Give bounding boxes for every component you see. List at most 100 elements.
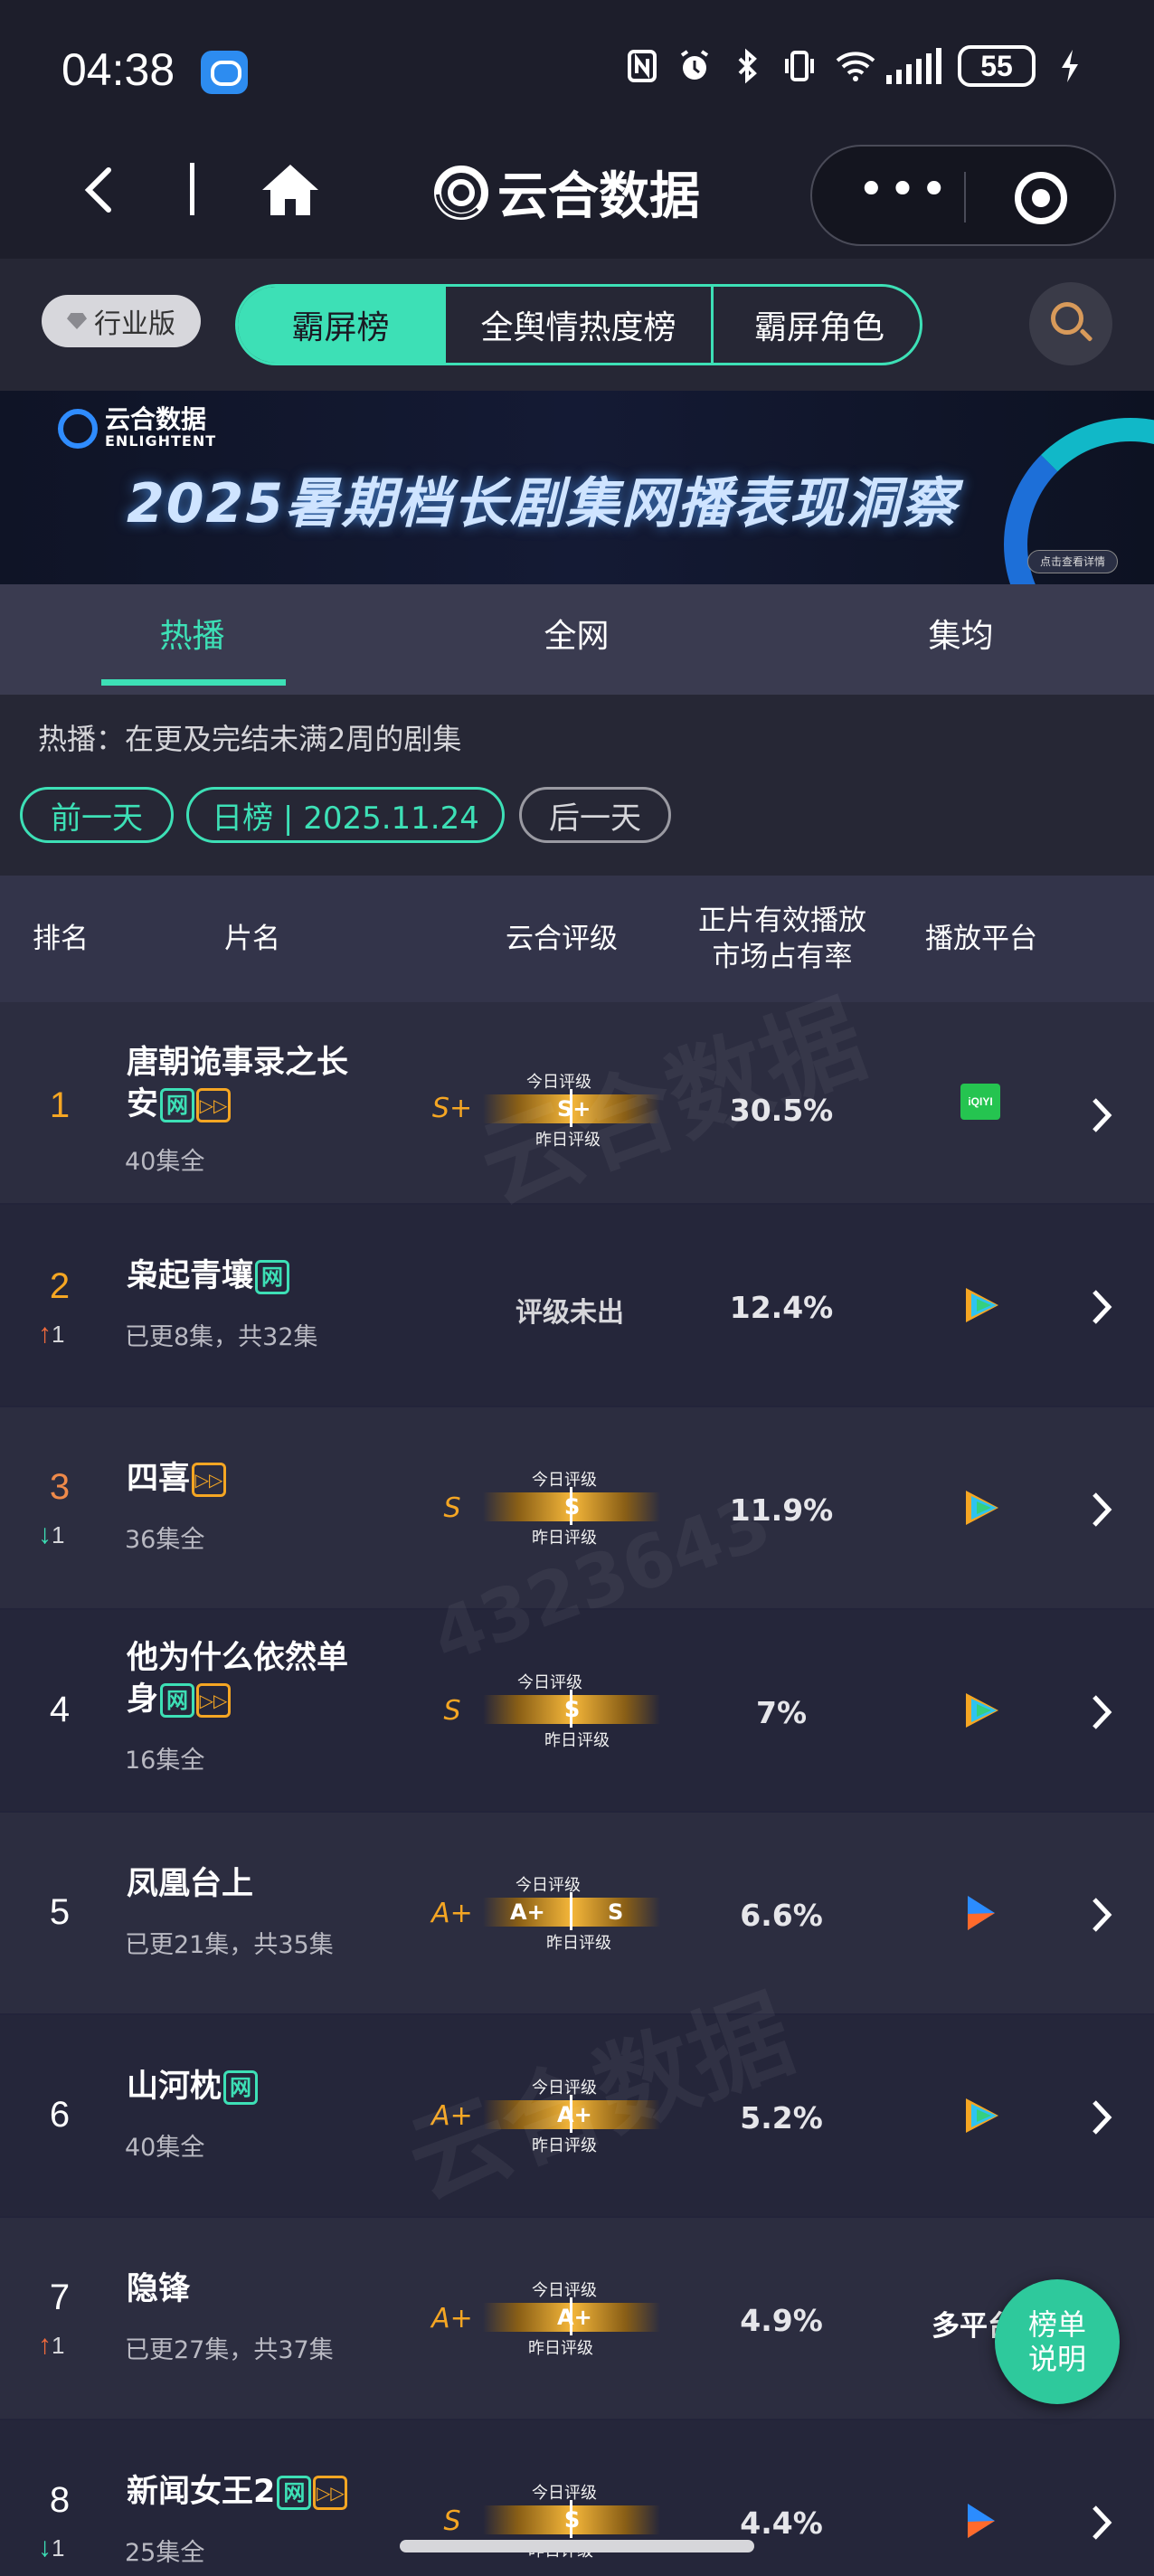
grade-bar: 今日评级 A+ S 昨日评级	[483, 1872, 660, 1953]
grade-bar: 今日评级 S+ 昨日评级	[483, 1069, 660, 1150]
table-row[interactable]: 7 ↑1 隐锋 已更27集，共37集 A+ 今日评级 A+ 昨日评级 4.9% …	[0, 2218, 1154, 2420]
rank-change-value: 1	[52, 1521, 65, 1548]
chevron-right-icon[interactable]	[1087, 2098, 1116, 2136]
market-share: 4.4%	[740, 2505, 823, 2541]
table-row[interactable]: 3 ↓1 四喜 ▷▷ 36集全 S 今日评级 S 昨日评级 11.9%	[0, 1407, 1154, 1610]
today-grade-label: 今日评级	[532, 1471, 597, 1490]
fab-label-line2: 说明	[1027, 2342, 1086, 2376]
rank-number: 6	[49, 2095, 71, 2135]
close-miniprogram-icon[interactable]	[1015, 172, 1067, 224]
web-drama-badge: 网	[223, 2070, 259, 2105]
market-share: 7%	[755, 1695, 808, 1730]
scope-tabs: 热播 全网 集均	[0, 584, 1154, 695]
episode-info: 已更8集，共32集	[125, 1323, 318, 1351]
promo-banner[interactable]: 云合数据 ENLIGHTENT 2025暑期档长剧集网播表现洞察 点击查看详情	[0, 391, 1154, 584]
tab-screen-dominance[interactable]: 霸屏榜	[238, 287, 446, 363]
episode-info: 36集全	[125, 1526, 205, 1554]
edition-label: 行业版	[94, 308, 175, 340]
bluetooth-icon	[729, 48, 765, 84]
header-grade: 云合评级	[506, 923, 618, 955]
rank-change-value: 1	[52, 1321, 65, 1348]
title-line: 新闻女王2	[127, 2474, 276, 2510]
table-row[interactable]: 6 山河枕网 40集全 A+ 今日评级 A+ 昨日评级 5.2%	[0, 2015, 1154, 2218]
rank-up-icon: ↑	[38, 2330, 52, 2360]
chevron-right-icon[interactable]	[1087, 1288, 1116, 1326]
today-grade: S+	[557, 1096, 591, 1122]
episode-info: 已更21集，共35集	[125, 1931, 334, 1959]
banner-logo-cn: 云合数据	[105, 404, 207, 434]
tab-per-episode[interactable]: 集均	[769, 584, 1153, 695]
status-time: 04:38	[61, 44, 175, 95]
filter-area: 热播：在更及完结未满2周的剧集 前一天 日榜 | 2025.11.24 后一天	[0, 695, 1154, 876]
grade-value: A+	[431, 1898, 473, 1929]
rank-change: ↑1	[38, 2330, 92, 2361]
ranking-explanation-button[interactable]: 榜单 说明	[995, 2279, 1120, 2404]
chevron-right-icon[interactable]	[1087, 2504, 1116, 2542]
rank-change: ↓1	[38, 1520, 92, 1550]
show-title: 四喜 ▷▷	[127, 1458, 389, 1500]
rank-number: 3	[49, 1467, 71, 1507]
prev-day-button[interactable]: 前一天	[20, 787, 174, 843]
market-share: 30.5%	[729, 1093, 834, 1128]
grade-value: S+	[431, 1093, 473, 1124]
chat-app-icon	[201, 51, 248, 94]
header-platform: 播放平台	[925, 923, 1037, 955]
header-title: 片名	[224, 923, 280, 955]
header-rank: 排名	[33, 923, 89, 955]
show-title: 唐朝诡事录之长 安网 ▷▷	[127, 1042, 389, 1125]
chevron-right-icon[interactable]	[1087, 1491, 1116, 1529]
today-grade-label: 今日评级	[532, 2484, 597, 2503]
rank-number: 4	[49, 1690, 71, 1729]
today-grade: S	[564, 1697, 581, 1722]
rank-down-icon: ↓	[38, 2533, 52, 2562]
chevron-right-icon[interactable]	[1087, 1096, 1116, 1134]
table-row[interactable]: 5 凤凰台上 已更21集，共35集 A+ 今日评级 A+ S 昨日评级 6.6%	[0, 1813, 1154, 2015]
show-title: 隐锋	[127, 2268, 389, 2310]
today-grade-label: 今日评级	[532, 2281, 597, 2300]
yesterday-grade-label: 昨日评级	[532, 1529, 597, 1548]
show-title: 枭起青壤网	[127, 1255, 389, 1297]
title-line: 唐朝诡事录之长	[127, 1045, 349, 1081]
rank-change-value: 1	[52, 2534, 65, 2562]
header-share-line1: 正片有效播放	[698, 904, 866, 937]
today-grade-label: 今日评级	[517, 1673, 582, 1692]
capsule-divider	[964, 172, 966, 223]
table-row[interactable]: 2 ↑1 枭起青壤网 已更8集，共32集 评级未出 12.4%	[0, 1205, 1154, 1407]
market-share: 12.4%	[729, 1290, 834, 1325]
tencent-video-icon	[966, 1491, 998, 1525]
table-row[interactable]: 4 他为什么依然单 身网 ▷▷ 16集全 S 今日评级 S 昨日评级 7%	[0, 1610, 1154, 1813]
page-title: 云合数据	[497, 167, 700, 226]
table-row[interactable]: 8 ↓1 新闻女王2网▷▷ 25集全 S 今日评级 S 昨日评级 4.4%	[0, 2420, 1154, 2576]
tab-all-network[interactable]: 全网	[384, 584, 769, 695]
tab-top-roles[interactable]: 霸屏角色	[714, 287, 920, 363]
table-row[interactable]: 1 唐朝诡事录之长 安网 ▷▷ 40集全 S+ 今日评级 S+ 昨日评级 30.5…	[0, 1002, 1154, 1205]
tab-public-opinion[interactable]: 全舆情热度榜	[446, 287, 714, 363]
more-icon[interactable]: •••	[857, 166, 948, 215]
nfc-icon	[624, 48, 660, 84]
banner-cta[interactable]: 点击查看详情	[1027, 550, 1118, 573]
search-button[interactable]	[1029, 282, 1112, 365]
title-line: 他为什么依然单	[127, 1640, 349, 1676]
tab-hot[interactable]: 热播	[0, 584, 384, 695]
chevron-right-icon[interactable]	[1087, 1896, 1116, 1934]
date-selector[interactable]: 日榜 | 2025.11.24	[186, 787, 505, 843]
back-arrow-icon[interactable]	[76, 163, 121, 217]
grade-marker	[570, 1892, 572, 1930]
market-share: 6.6%	[740, 1898, 823, 1933]
status-icons: 55	[624, 45, 1088, 87]
home-icon[interactable]	[260, 161, 320, 219]
table-header: 排名 片名 云合评级 正片有效播放 市场占有率 播放平台	[0, 876, 1154, 1002]
chevron-right-icon[interactable]	[1087, 1693, 1116, 1731]
show-title: 他为什么依然单 身网 ▷▷	[127, 1637, 389, 1720]
iqiyi-logo-text: iQIYI	[960, 1084, 1000, 1120]
home-indicator[interactable]	[400, 2540, 754, 2552]
iqiyi-icon: iQIYI	[960, 1084, 1002, 1125]
edition-badge[interactable]: 行业版	[42, 295, 201, 347]
rank-number: 7	[49, 2278, 71, 2317]
nav-bar: 云合数据 •••	[0, 136, 1154, 259]
next-day-button[interactable]: 后一天	[519, 787, 671, 843]
grade-bar: 今日评级 S 昨日评级	[483, 1467, 660, 1548]
brand-logo-icon	[58, 408, 98, 449]
show-title: 凤凰台上	[127, 1863, 389, 1905]
tencent-video-icon	[966, 1693, 998, 1728]
